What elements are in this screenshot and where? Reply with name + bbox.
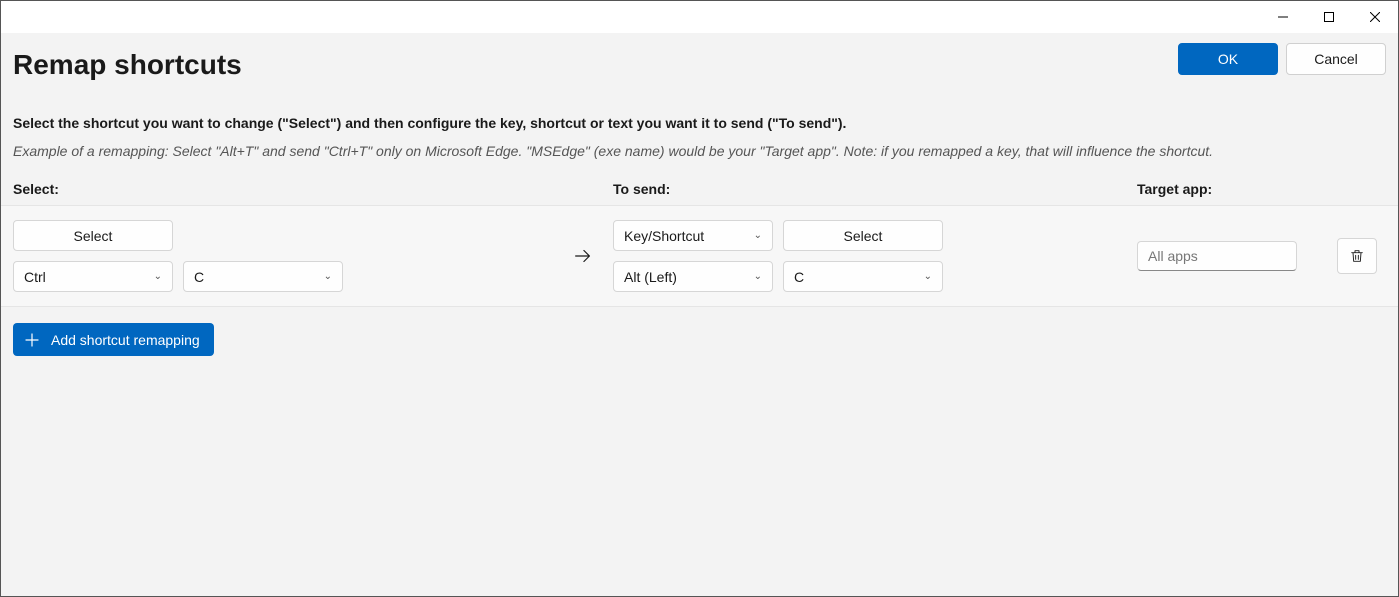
target-app-input[interactable] [1137,241,1297,271]
column-header-select: Select: [13,181,613,197]
select-key-dropdown[interactable]: C ⌄ [183,261,343,292]
send-modifier-dropdown[interactable]: Alt (Left) ⌄ [613,261,773,292]
header-row: Remap shortcuts OK Cancel [1,33,1398,81]
column-header-tosend: To send: [613,181,1137,197]
cancel-button[interactable]: Cancel [1286,43,1386,75]
content-area: Remap shortcuts OK Cancel Select the sho… [1,33,1398,596]
arrow-right-icon [572,245,594,267]
trash-icon [1349,248,1365,264]
send-select-button[interactable]: Select [783,220,943,251]
select-modifier-value: Ctrl [24,269,46,285]
chevron-down-icon: ⌄ [924,271,932,282]
add-shortcut-label: Add shortcut remapping [51,332,200,348]
chevron-down-icon: ⌄ [754,230,762,241]
select-modifier-dropdown[interactable]: Ctrl ⌄ [13,261,173,292]
select-key-value: C [194,269,204,285]
send-key-value: C [794,269,804,285]
add-shortcut-button[interactable]: Add shortcut remapping [13,323,214,356]
ok-button[interactable]: OK [1178,43,1278,75]
send-type-value: Key/Shortcut [624,228,704,244]
page-title: Remap shortcuts [13,43,242,81]
send-modifier-value: Alt (Left) [624,269,677,285]
column-header-target: Target app: [1137,181,1386,197]
mapping-send-group: Key/Shortcut ⌄ Select Alt (Left) ⌄ C ⌄ [613,220,1137,292]
mapping-target-group [1137,238,1386,274]
instruction-example: Example of a remapping: Select "Alt+T" a… [13,143,1386,159]
send-key-dropdown[interactable]: C ⌄ [783,261,943,292]
chevron-down-icon: ⌄ [324,271,332,282]
minimize-icon [1278,12,1288,22]
arrow-separator [553,245,613,267]
instruction-main: Select the shortcut you want to change (… [13,115,1386,131]
column-headers: Select: To send: Target app: [1,159,1398,205]
mapping-select-group: Select Ctrl ⌄ C ⌄ [13,220,553,292]
mapping-row: Select Ctrl ⌄ C ⌄ Key/Shortcut [1,205,1398,307]
maximize-icon [1324,12,1334,22]
chevron-down-icon: ⌄ [154,271,162,282]
send-type-dropdown[interactable]: Key/Shortcut ⌄ [613,220,773,251]
select-shortcut-button[interactable]: Select [13,220,173,251]
dialog-buttons: OK Cancel [1178,43,1386,75]
delete-mapping-button[interactable] [1337,238,1377,274]
close-button[interactable] [1352,1,1398,33]
minimize-button[interactable] [1260,1,1306,33]
instructions: Select the shortcut you want to change (… [1,81,1398,159]
plus-icon [23,331,41,349]
maximize-button[interactable] [1306,1,1352,33]
close-icon [1370,12,1380,22]
window-titlebar [1,1,1398,33]
chevron-down-icon: ⌄ [754,271,762,282]
